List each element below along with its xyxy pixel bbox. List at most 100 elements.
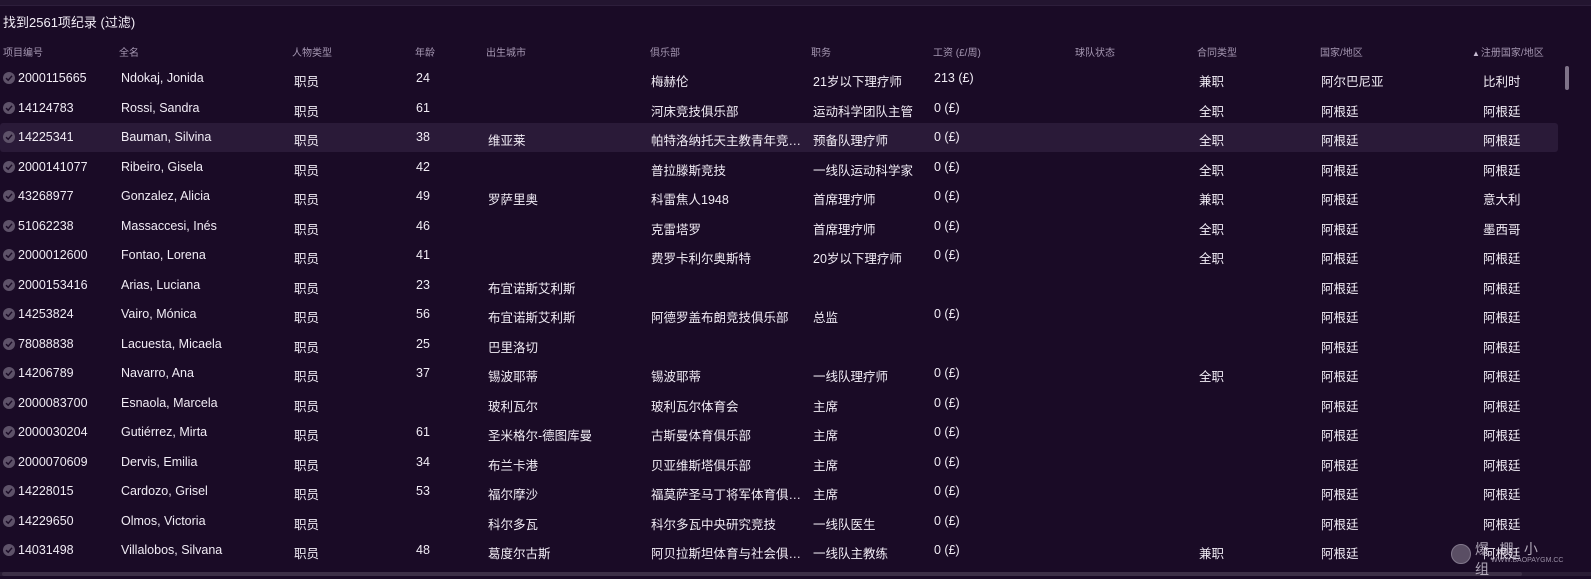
cell-contract: 全职 [1199, 101, 1317, 120]
cell-city: 葛度尔古斯 [488, 543, 646, 562]
cell-contract: 全职 [1199, 248, 1317, 267]
cell-id: 2000115665 [18, 71, 116, 85]
cell-name: Dervis, Emilia [121, 455, 289, 469]
check-circle-icon [3, 190, 15, 202]
cell-name: Massaccesi, Inés [121, 219, 289, 233]
cell-wage: 0 (£) [934, 366, 1072, 380]
cell-reg-nation: 比利时 [1483, 71, 1553, 90]
table-row[interactable]: 78088838Lacuesta, Micaela职员25巴里洛切阿根廷阿根廷 [0, 330, 1558, 359]
cell-id: 14253824 [18, 307, 116, 321]
table-row[interactable]: 14253824Vairo, Mónica职员56布宜诺斯艾利斯阿德罗盖布朗竞技… [0, 300, 1558, 329]
cell-club: 玻利瓦尔体育会 [651, 396, 809, 415]
horizontal-scrollbar-thumb[interactable] [2, 572, 1522, 576]
table-row[interactable]: 14225341Bauman, Silvina职员38维亚莱帕特洛纳托天主教青年… [0, 123, 1558, 152]
cell-age: 61 [416, 101, 481, 115]
column-header-city[interactable]: 出生城市 [486, 44, 526, 59]
column-header-contract[interactable]: 合同类型 [1197, 44, 1237, 59]
cell-reg-nation: 阿根廷 [1483, 484, 1553, 503]
cell-reg-nation: 阿根廷 [1483, 514, 1553, 533]
table-row[interactable]: 2000153416Arias, Luciana职员23布宜诺斯艾利斯阿根廷阿根… [0, 271, 1558, 300]
table-row[interactable]: 51062238Massaccesi, Inés职员46克雷塔罗首席理疗师0 (… [0, 212, 1558, 241]
horizontal-scrollbar[interactable] [0, 572, 1591, 576]
check-circle-icon [3, 544, 15, 556]
table-row[interactable]: 2000070609Dervis, Emilia职员34布兰卡港贝亚维斯塔俱乐部… [0, 448, 1558, 477]
cell-city: 锡波耶蒂 [488, 366, 646, 385]
cell-id: 2000030204 [18, 425, 116, 439]
column-header-type[interactable]: 人物类型 [292, 44, 332, 59]
column-header-id[interactable]: 项目编号 [3, 44, 43, 59]
table-row[interactable]: 2000083700Esnaola, Marcela职员玻利瓦尔玻利瓦尔体育会主… [0, 389, 1558, 418]
cell-id: 2000141077 [18, 160, 116, 174]
column-header-wage[interactable]: 工资 (£/周) [933, 44, 981, 59]
cell-role: 主席 [813, 425, 931, 444]
cell-nation: 阿根廷 [1321, 278, 1471, 297]
table-row[interactable]: 2000115665Ndokaj, Jonida职员24梅赫伦21岁以下理疗师2… [0, 64, 1558, 93]
table-row[interactable]: 14124783Rossi, Sandra职员61河床竞技俱乐部运动科学团队主管… [0, 94, 1558, 123]
cell-club: 克雷塔罗 [651, 219, 809, 238]
cell-nation: 阿根廷 [1321, 130, 1471, 149]
cell-type: 职员 [294, 71, 409, 90]
cell-name: Gonzalez, Alicia [121, 189, 289, 203]
cell-role: 总监 [813, 307, 931, 326]
table-header: 项目编号 全名 人物类型 年龄 出生城市 俱乐部 职务 工资 (£/周) 球队状… [0, 41, 1560, 61]
column-header-age[interactable]: 年龄 [415, 44, 435, 59]
cell-name: Fontao, Lorena [121, 248, 289, 262]
cell-city: 福尔摩沙 [488, 484, 646, 503]
cell-wage: 0 (£) [934, 543, 1072, 557]
column-header-reg-nation[interactable]: ▲注册国家/地区 [1472, 44, 1544, 59]
table-row[interactable]: 14206789Navarro, Ana职员37锡波耶蒂锡波耶蒂一线队理疗师0 … [0, 359, 1558, 388]
cell-wage: 0 (£) [934, 189, 1072, 203]
table-row[interactable]: 2000141077Ribeiro, Gisela职员42普拉滕斯竞技一线队运动… [0, 153, 1558, 182]
cell-club: 科尔多瓦中央研究竞技 [651, 514, 809, 533]
cell-name: Villalobos, Silvana [121, 543, 289, 557]
cell-contract: 全职 [1199, 219, 1317, 238]
cell-id: 14124783 [18, 101, 116, 115]
cell-club: 锡波耶蒂 [651, 366, 809, 385]
cell-id: 2000083700 [18, 396, 116, 410]
cell-role: 首席理疗师 [813, 189, 931, 208]
cell-reg-nation: 意大利 [1483, 189, 1553, 208]
cell-wage: 0 (£) [934, 160, 1072, 174]
table-row[interactable]: 43268977Gonzalez, Alicia职员49罗萨里奥科雷焦人1948… [0, 182, 1558, 211]
cell-age: 42 [416, 160, 481, 174]
cell-nation: 阿根廷 [1321, 366, 1471, 385]
cell-role: 21岁以下理疗师 [813, 71, 931, 90]
vertical-scrollbar-thumb[interactable] [1565, 66, 1569, 90]
column-header-nation[interactable]: 国家/地区 [1320, 44, 1363, 59]
cell-city: 玻利瓦尔 [488, 396, 646, 415]
table-row[interactable]: 14228015Cardozo, Grisel职员53福尔摩沙福莫萨圣马丁将军体… [0, 477, 1558, 506]
table-row[interactable]: 2000030204Gutiérrez, Mirta职员61圣米格尔-德图库曼古… [0, 418, 1558, 447]
cell-reg-nation: 阿根廷 [1483, 160, 1553, 179]
cell-nation: 阿根廷 [1321, 514, 1471, 533]
cell-reg-nation: 阿根廷 [1483, 455, 1553, 474]
cell-age: 23 [416, 278, 481, 292]
cell-role: 一线队理疗师 [813, 366, 931, 385]
cell-name: Arias, Luciana [121, 278, 289, 292]
cell-nation: 阿根廷 [1321, 101, 1471, 120]
cell-role: 一线队主教练 [813, 543, 931, 562]
cell-wage: 0 (£) [934, 130, 1072, 144]
cell-nation: 阿根廷 [1321, 219, 1471, 238]
cell-contract: 全职 [1199, 160, 1317, 179]
top-toolbar-edge [0, 0, 1591, 6]
column-header-club[interactable]: 俱乐部 [650, 44, 680, 59]
cell-reg-nation: 墨西哥 [1483, 219, 1553, 238]
cell-age: 24 [416, 71, 481, 85]
column-header-squad-status[interactable]: 球队状态 [1075, 44, 1115, 59]
cell-type: 职员 [294, 101, 409, 120]
column-header-role[interactable]: 职务 [811, 44, 831, 59]
cell-wage: 0 (£) [934, 514, 1072, 528]
cell-reg-nation: 阿根廷 [1483, 101, 1553, 120]
cell-age: 48 [416, 543, 481, 557]
column-header-name[interactable]: 全名 [119, 44, 139, 59]
cell-type: 职员 [294, 455, 409, 474]
cell-nation: 阿根廷 [1321, 543, 1471, 562]
cell-id: 2000153416 [18, 278, 116, 292]
cell-age: 46 [416, 219, 481, 233]
table-row[interactable]: 14031498Villalobos, Silvana职员48葛度尔古斯阿贝拉斯… [0, 536, 1558, 565]
table-row[interactable]: 2000012600Fontao, Lorena职员41费罗卡利尔奥斯特20岁以… [0, 241, 1558, 270]
table-row[interactable]: 14229650Olmos, Victoria职员科尔多瓦科尔多瓦中央研究竞技一… [0, 507, 1558, 536]
cell-id: 14031498 [18, 543, 116, 557]
cell-club: 河床竞技俱乐部 [651, 101, 809, 120]
cell-nation: 阿根廷 [1321, 337, 1471, 356]
